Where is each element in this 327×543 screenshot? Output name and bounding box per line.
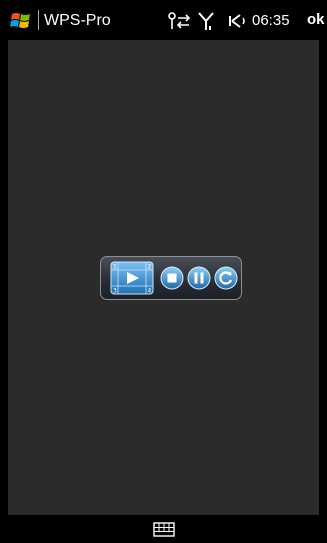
marker-label: 2	[148, 264, 152, 271]
marker-label: 3	[113, 288, 117, 295]
pause-icon	[194, 272, 198, 284]
pause-button[interactable]	[187, 266, 211, 290]
app-title: WPS-Pro	[44, 12, 111, 29]
volume-icon	[229, 14, 245, 28]
marker-label: 4	[148, 288, 152, 295]
marker-label: 1	[113, 264, 117, 271]
status-bar: WPS-Pro 06:35 ok	[0, 0, 327, 40]
stop-icon	[167, 273, 177, 283]
main-content: 1 2 3 4	[8, 40, 319, 515]
title-separator	[38, 10, 39, 30]
ok-button[interactable]: ok	[307, 11, 325, 28]
keyboard-icon[interactable]	[153, 522, 175, 537]
repeat-button[interactable]	[214, 266, 238, 290]
clock: 06:35	[252, 12, 290, 29]
stop-button[interactable]	[160, 266, 184, 290]
sync-icon	[168, 12, 191, 29]
windows-start-icon[interactable]	[10, 10, 32, 30]
signal-icon	[198, 12, 214, 30]
play-button[interactable]: 1 2 3 4	[110, 261, 154, 295]
media-player-controls: 1 2 3 4	[100, 256, 242, 300]
bottom-menu-bar	[0, 515, 327, 543]
